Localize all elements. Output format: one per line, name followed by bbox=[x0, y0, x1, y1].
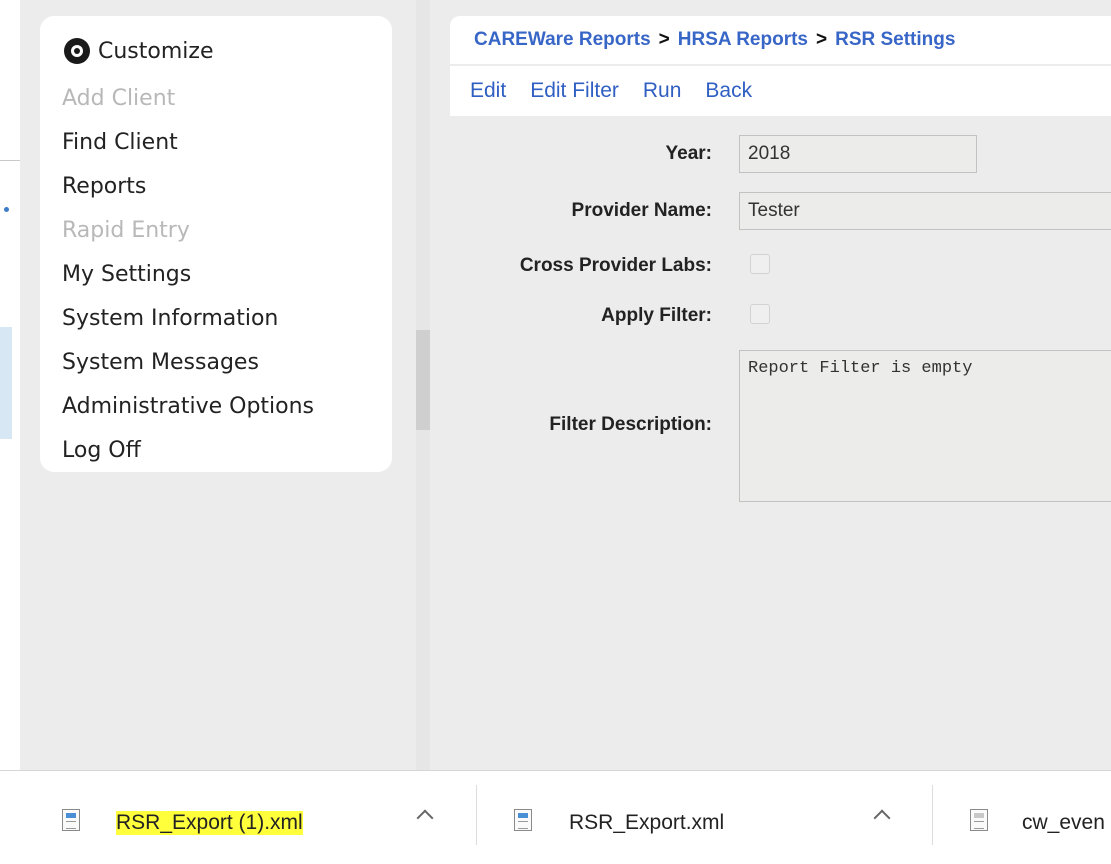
panel-splitter[interactable] bbox=[416, 0, 430, 770]
download-filename[interactable]: cw_even bbox=[1022, 811, 1105, 835]
gear-icon bbox=[64, 38, 90, 64]
splitter-handle[interactable] bbox=[416, 330, 430, 430]
edit-link[interactable]: Edit bbox=[470, 79, 506, 103]
sidebar-menu: Customize Add Client Find Client Reports… bbox=[40, 16, 392, 472]
apply-filter-label: Apply Filter: bbox=[601, 305, 712, 326]
sidebar-item-find-client[interactable]: Find Client bbox=[62, 128, 314, 172]
xml-file-icon bbox=[62, 809, 80, 831]
run-link[interactable]: Run bbox=[643, 79, 682, 103]
apply-filter-checkbox[interactable] bbox=[750, 304, 770, 324]
breadcrumb-hrsa-reports[interactable]: HRSA Reports bbox=[678, 29, 808, 51]
download-item[interactable]: RSR_Export.xml bbox=[477, 771, 932, 864]
provider-name-field[interactable] bbox=[739, 192, 1111, 230]
window-edge-strip bbox=[0, 0, 20, 770]
breadcrumb-careware-reports[interactable]: CAREWare Reports bbox=[474, 29, 651, 51]
chevron-up-icon[interactable] bbox=[416, 809, 434, 827]
download-bar: RSR_Export (1).xml RSR_Export.xml cw_eve… bbox=[0, 770, 1111, 864]
cross-provider-labs-label: Cross Provider Labs: bbox=[519, 255, 712, 276]
customize-button[interactable]: Customize bbox=[64, 38, 213, 64]
sidebar-item-system-information[interactable]: System Information bbox=[62, 304, 314, 348]
breadcrumb-rsr-settings[interactable]: RSR Settings bbox=[835, 29, 955, 51]
download-item[interactable]: cw_even bbox=[933, 771, 1111, 864]
xml-file-icon bbox=[514, 809, 532, 831]
back-link[interactable]: Back bbox=[705, 79, 752, 103]
edge-scroll-indicator bbox=[0, 327, 12, 439]
cross-provider-labs-checkbox[interactable] bbox=[750, 254, 770, 274]
year-field[interactable] bbox=[739, 135, 977, 173]
main-panel: CAREWare Reports > HRSA Reports > RSR Se… bbox=[430, 0, 1111, 770]
customize-label: Customize bbox=[98, 38, 214, 64]
download-filename[interactable]: RSR_Export (1).xml bbox=[116, 811, 303, 835]
breadcrumb: CAREWare Reports > HRSA Reports > RSR Se… bbox=[450, 16, 1111, 64]
sidebar-item-my-settings[interactable]: My Settings bbox=[62, 260, 314, 304]
indicator-dot bbox=[4, 207, 9, 212]
divider bbox=[0, 160, 20, 161]
sidebar-item-rapid-entry: Rapid Entry bbox=[62, 218, 190, 243]
sidebar-item-system-messages[interactable]: System Messages bbox=[62, 348, 314, 392]
action-bar: Edit Edit Filter Run Back bbox=[450, 66, 1111, 116]
sidebar-item-administrative-options[interactable]: Administrative Options bbox=[62, 392, 314, 436]
year-label: Year: bbox=[665, 143, 712, 164]
breadcrumb-separator: > bbox=[658, 29, 670, 50]
filter-description-label: Filter Description: bbox=[549, 414, 712, 435]
chevron-up-icon[interactable] bbox=[873, 809, 891, 827]
provider-name-label: Provider Name: bbox=[571, 200, 712, 221]
sidebar-item-reports[interactable]: Reports bbox=[62, 172, 314, 216]
sidebar-item-log-off[interactable]: Log Off bbox=[62, 436, 314, 480]
filter-description-textarea[interactable]: Report Filter is empty bbox=[739, 350, 1111, 502]
download-item[interactable]: RSR_Export (1).xml bbox=[0, 771, 476, 864]
edit-filter-link[interactable]: Edit Filter bbox=[530, 79, 619, 103]
download-filename[interactable]: RSR_Export.xml bbox=[569, 811, 724, 835]
text-file-icon bbox=[970, 809, 988, 831]
sidebar-item-add-client: Add Client bbox=[62, 86, 176, 111]
breadcrumb-separator: > bbox=[815, 29, 828, 50]
